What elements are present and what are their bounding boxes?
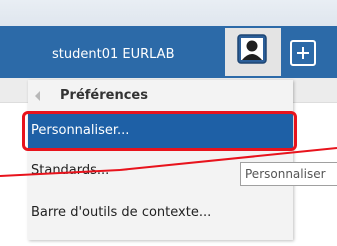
tooltip: Personnaliser (240, 162, 337, 186)
chevron-left-icon (35, 91, 40, 101)
plus-icon[interactable] (290, 40, 316, 66)
menu-item-barre-outils-contexte[interactable]: Barre d'outils de contexte... (28, 198, 293, 232)
menu-item-label: Standards... (31, 163, 110, 178)
highlight-annotation (22, 111, 297, 151)
top-strip (0, 0, 337, 26)
user-label[interactable]: student01 EURLAB (52, 46, 174, 64)
menu-item-label: Barre d'outils de contexte... (31, 205, 212, 220)
menu-back-label: Préférences (60, 88, 148, 103)
user-avatar-icon (237, 34, 267, 64)
